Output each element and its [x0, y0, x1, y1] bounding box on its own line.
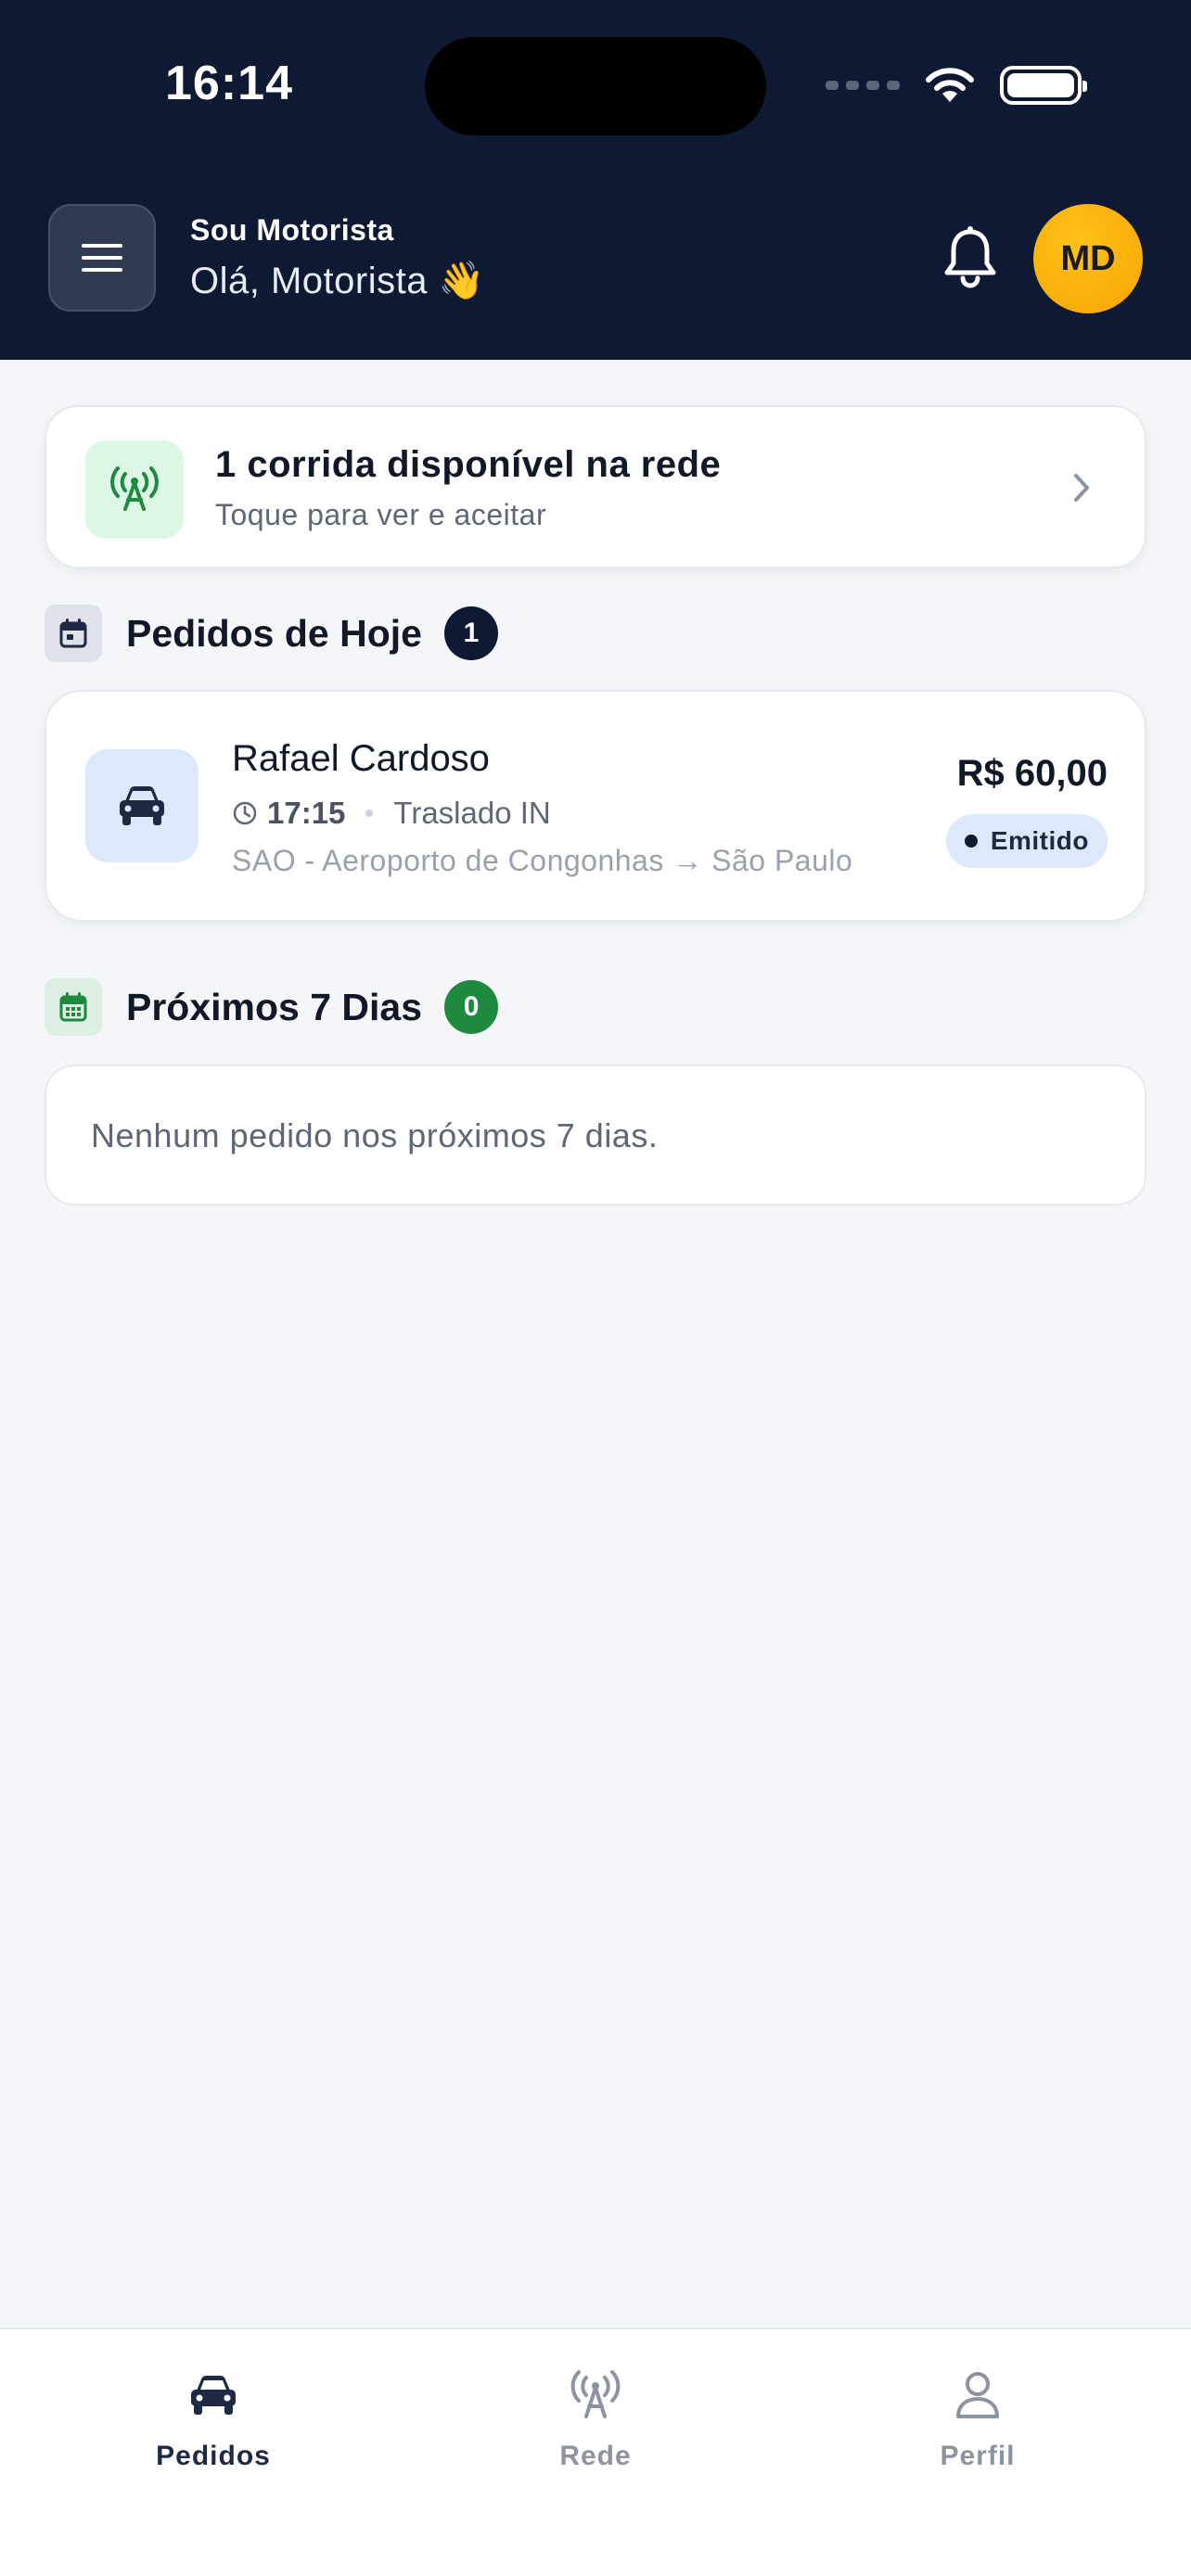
battery-icon [1000, 66, 1087, 105]
wave-emoji: 👋 [438, 261, 485, 301]
calendar-icon [59, 618, 87, 648]
avatar[interactable]: MD [1033, 204, 1143, 313]
section-next7-header: Próximos 7 Dias 0 [45, 978, 499, 1036]
bell-icon[interactable] [941, 226, 1000, 289]
today-count-badge: 1 [443, 606, 498, 660]
status-label: Emitido [990, 826, 1089, 855]
nav-item-pedidos[interactable]: Pedidos [93, 2363, 334, 2472]
chevron-right-icon [1074, 474, 1089, 502]
wifi-icon [926, 68, 974, 102]
dynamic-island [425, 37, 766, 135]
status-badge: Emitido [945, 814, 1108, 868]
cellular-signal-icon [826, 81, 900, 90]
section-next7-title: Próximos 7 Dias [126, 985, 423, 1028]
order-client-name: Rafael Cardoso [232, 738, 490, 779]
next7-count-badge: 0 [444, 980, 499, 1034]
bottom-nav: Pedidos Rede Perfil [0, 2327, 1191, 2576]
order-meta: 17:15 Traslado IN [232, 796, 551, 831]
greeting-label: Olá, Motorista [190, 261, 428, 301]
car-icon [191, 2376, 236, 2415]
status-time: 16:14 [165, 57, 293, 110]
section-today-header: Pedidos de Hoje 1 [45, 605, 498, 662]
status-dot [964, 835, 978, 848]
screen: 16:14 Sou Motorista Olá, Motorista 👋 MD … [0, 0, 1191, 2576]
greeting-text: Olá, Motorista 👋 [190, 259, 485, 302]
car-icon [120, 786, 164, 825]
nav-item-perfil[interactable]: Perfil [857, 2363, 1098, 2472]
order-type: Traslado IN [393, 796, 551, 830]
nav-label-perfil: Perfil [940, 2441, 1016, 2471]
network-icon-tile [85, 440, 184, 539]
order-price: R$ 60,00 [956, 753, 1108, 794]
menu-button[interactable] [48, 204, 156, 312]
order-time: 17:15 [267, 796, 346, 830]
antenna-icon [570, 2370, 621, 2418]
order-route: SAO - Aeroporto de Congonhas → São Paulo [232, 844, 853, 877]
order-card[interactable]: Rafael Cardoso 17:15 Traslado IN SAO - A… [45, 690, 1146, 922]
separator-dot [365, 810, 374, 817]
network-rides-banner[interactable]: 1 corrida disponível na rede Toque para … [45, 405, 1146, 568]
user-icon [956, 2372, 999, 2418]
calendar-icon-tile [45, 605, 102, 662]
status-icons [826, 57, 1087, 113]
nav-item-rede[interactable]: Rede [475, 2363, 716, 2472]
car-icon-tile [85, 749, 198, 862]
app-brand: Sou Motorista [190, 213, 394, 247]
empty-state-message: Nenhum pedido nos próximos 7 dias. [91, 1116, 659, 1154]
nav-label-pedidos: Pedidos [156, 2441, 271, 2471]
app-header: 16:14 Sou Motorista Olá, Motorista 👋 MD [0, 0, 1191, 360]
empty-state-card: Nenhum pedido nos próximos 7 dias. [45, 1065, 1146, 1205]
section-today-title: Pedidos de Hoje [126, 611, 422, 655]
network-banner-subtitle: Toque para ver e aceitar [215, 498, 547, 531]
nav-label-rede: Rede [559, 2441, 632, 2471]
calendar-grid-icon [59, 992, 87, 1022]
clock-icon [233, 801, 257, 825]
calendar-grid-icon-tile [45, 978, 102, 1036]
network-banner-title: 1 corrida disponível na rede [215, 444, 722, 485]
antenna-icon [110, 466, 159, 511]
greeting-block: Sou Motorista Olá, Motorista 👋 [190, 213, 485, 302]
hamburger-icon [82, 244, 122, 272]
